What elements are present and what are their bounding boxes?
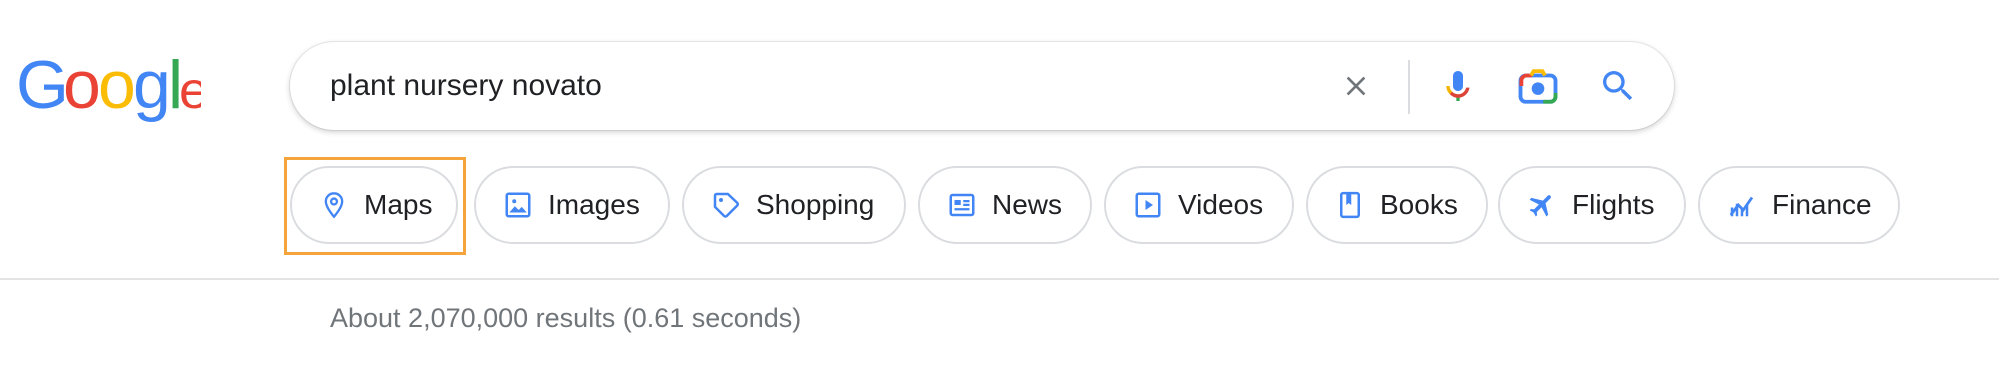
search-by-image-button[interactable]: [1512, 60, 1564, 112]
chip-flights[interactable]: Flights: [1498, 166, 1686, 244]
chip-label: News: [992, 189, 1063, 220]
chip-finance[interactable]: Finance: [1698, 166, 1900, 244]
microphone-icon: [1446, 71, 1470, 101]
search-box: [290, 42, 1674, 130]
chip-shopping[interactable]: Shopping: [682, 166, 906, 244]
clear-search-button[interactable]: [1330, 60, 1382, 112]
newspaper-icon: [946, 189, 978, 221]
logo-letter-o2: o: [98, 48, 136, 123]
chip-label: Shopping: [756, 189, 875, 220]
chip-videos[interactable]: Videos: [1104, 166, 1294, 244]
chip-label: Books: [1380, 189, 1458, 220]
result-stats: About 2,070,000 results (0.61 seconds): [330, 303, 802, 333]
search-box-divider: [1408, 60, 1410, 114]
tag-icon: [710, 189, 742, 221]
play-icon: [1132, 189, 1164, 221]
google-logo[interactable]: G o o g l e: [16, 48, 201, 128]
image-icon: [502, 189, 534, 221]
airplane-icon: [1526, 189, 1558, 221]
book-icon: [1334, 189, 1366, 221]
chip-label: Videos: [1178, 189, 1264, 220]
logo-letter-g2: g: [133, 48, 171, 123]
voice-search-button[interactable]: [1432, 60, 1484, 112]
highlight-box: [284, 157, 466, 255]
chip-label: Finance: [1772, 189, 1872, 220]
chip-label: Images: [548, 189, 640, 220]
chart-icon: [1726, 189, 1758, 221]
close-icon: [1346, 76, 1366, 96]
search-submit-button[interactable]: [1592, 60, 1644, 112]
logo-letter-g1: G: [16, 48, 69, 123]
logo-letter-e: e: [179, 62, 201, 120]
logo-letter-o1: o: [63, 48, 101, 123]
camera-lens-icon: [1518, 69, 1558, 104]
search-input[interactable]: [330, 42, 1290, 130]
chip-news[interactable]: News: [918, 166, 1092, 244]
chip-label: Flights: [1572, 189, 1655, 220]
search-results-page: G o o g l e plant nursery novato Maps Im…: [0, 0, 1999, 367]
search-icon: [1603, 71, 1633, 101]
header-separator: [0, 278, 1999, 280]
chip-images[interactable]: Images: [474, 166, 670, 244]
chip-books[interactable]: Books: [1306, 166, 1488, 244]
